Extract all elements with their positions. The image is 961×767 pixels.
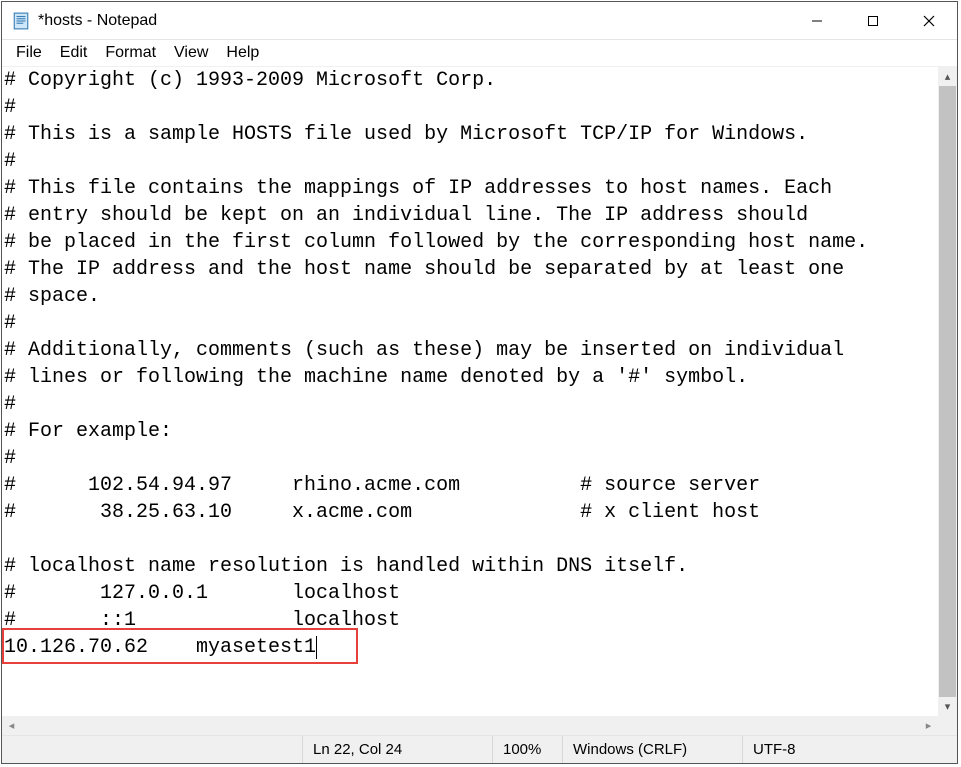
status-blank — [2, 736, 302, 763]
editor-area: # Copyright (c) 1993-2009 Microsoft Corp… — [2, 66, 957, 735]
scroll-up-arrow-icon[interactable]: ▴ — [938, 67, 957, 86]
editor-body: # Copyright (c) 1993-2009 Microsoft Corp… — [2, 67, 957, 716]
editor-line: # This file contains the mappings of IP … — [4, 175, 938, 202]
title-bar: *hosts - Notepad — [2, 2, 957, 40]
close-button[interactable] — [901, 2, 957, 39]
scroll-corner — [938, 716, 957, 735]
minimize-button[interactable] — [789, 2, 845, 39]
editor-line: # lines or following the machine name de… — [4, 364, 938, 391]
vertical-scrollbar[interactable]: ▴ ▾ — [938, 67, 957, 716]
editor-line: # localhost name resolution is handled w… — [4, 553, 938, 580]
editor-line — [4, 526, 938, 553]
editor-line: # For example: — [4, 418, 938, 445]
editor-line: # entry should be kept on an individual … — [4, 202, 938, 229]
window-controls — [789, 2, 957, 39]
editor-line: # — [4, 94, 938, 121]
maximize-button[interactable] — [845, 2, 901, 39]
scroll-down-arrow-icon[interactable]: ▾ — [938, 697, 957, 716]
editor-line: # be placed in the first column followed… — [4, 229, 938, 256]
horizontal-scroll-track[interactable] — [21, 716, 919, 735]
menu-bar: File Edit Format View Help — [2, 40, 957, 66]
status-position: Ln 22, Col 24 — [302, 736, 492, 763]
editor-line: # — [4, 310, 938, 337]
status-line-ending: Windows (CRLF) — [562, 736, 742, 763]
editor-line: # Additionally, comments (such as these)… — [4, 337, 938, 364]
editor-line: # — [4, 148, 938, 175]
editor-line: 10.126.70.62 myasetest1 — [4, 634, 938, 661]
scroll-right-arrow-icon[interactable]: ▸ — [919, 716, 938, 735]
menu-format[interactable]: Format — [97, 43, 164, 63]
editor-line: # — [4, 391, 938, 418]
editor-line: # Copyright (c) 1993-2009 Microsoft Corp… — [4, 67, 938, 94]
menu-file[interactable]: File — [8, 43, 50, 63]
editor-line: # space. — [4, 283, 938, 310]
vertical-scroll-track[interactable] — [938, 86, 957, 697]
window-title: *hosts - Notepad — [38, 12, 789, 30]
text-editor[interactable]: # Copyright (c) 1993-2009 Microsoft Corp… — [2, 67, 938, 716]
status-bar: Ln 22, Col 24 100% Windows (CRLF) UTF-8 — [2, 735, 957, 763]
scroll-left-arrow-icon[interactable]: ◂ — [2, 716, 21, 735]
editor-line: # — [4, 445, 938, 472]
vertical-scroll-thumb[interactable] — [939, 86, 956, 697]
menu-view[interactable]: View — [166, 43, 216, 63]
notepad-icon — [12, 12, 30, 30]
editor-line: # 102.54.94.97 rhino.acme.com # source s… — [4, 472, 938, 499]
status-encoding: UTF-8 — [742, 736, 957, 763]
horizontal-scrollbar[interactable]: ◂ ▸ — [2, 716, 957, 735]
notepad-window: *hosts - Notepad File Edit Format View H… — [1, 1, 958, 764]
editor-line: # 38.25.63.10 x.acme.com # x client host — [4, 499, 938, 526]
status-zoom: 100% — [492, 736, 562, 763]
editor-line: # ::1 localhost — [4, 607, 938, 634]
menu-help[interactable]: Help — [218, 43, 267, 63]
editor-line: # This is a sample HOSTS file used by Mi… — [4, 121, 938, 148]
editor-line: # 127.0.0.1 localhost — [4, 580, 938, 607]
menu-edit[interactable]: Edit — [52, 43, 96, 63]
editor-line: # The IP address and the host name shoul… — [4, 256, 938, 283]
